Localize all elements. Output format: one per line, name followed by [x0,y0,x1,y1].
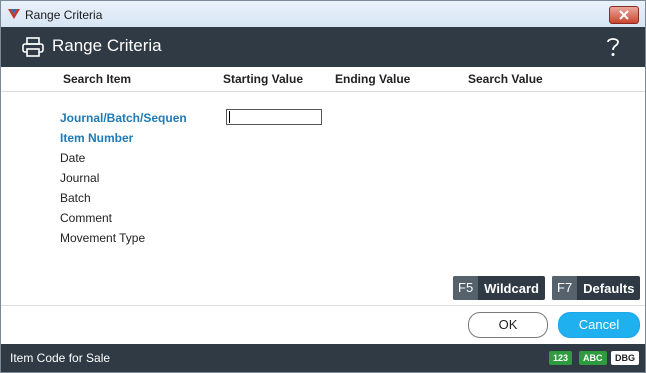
status-text: Item Code for Sale [10,351,111,365]
column-header-ending-value: Ending Value [335,72,411,86]
app-logo-icon [8,9,20,19]
close-button[interactable] [609,6,639,24]
search-item-date[interactable]: Date [60,151,85,165]
debug-badge: DBG [611,351,639,365]
column-headers: Search Item Starting Value Ending Value … [1,67,645,92]
ok-button[interactable]: OK [468,312,548,338]
column-header-search-item: Search Item [63,72,132,86]
divider [1,305,645,306]
search-item-comment[interactable]: Comment [60,211,112,225]
close-icon [619,10,629,20]
wildcard-button[interactable]: F5 Wildcard [453,276,545,300]
dialog-title: Range Criteria [52,36,162,55]
alpha-mode-badge: ABC [579,351,607,365]
search-item-batch[interactable]: Batch [60,191,91,205]
search-item-movement-type[interactable]: Movement Type [60,231,145,245]
column-header-starting-value: Starting Value [223,72,304,86]
defaults-label: Defaults [583,280,635,296]
search-item-journal[interactable]: Journal [60,171,99,185]
range-criteria-window: Range Criteria Range Criteria Search Ite… [0,0,646,373]
cancel-button[interactable]: Cancel [558,312,640,338]
title-bar: Range Criteria [1,1,645,28]
printer-icon [22,37,44,57]
status-bar: Item Code for Sale 123 ABC DBG [1,344,645,372]
defaults-button[interactable]: F7 Defaults [552,276,641,300]
help-icon[interactable] [605,36,621,58]
search-item-item-number[interactable]: Item Number [60,131,133,145]
column-header-search-value: Search Value [468,72,543,86]
starting-value-input[interactable] [226,109,322,125]
defaults-key-label: F7 [552,276,578,300]
wildcard-label: Wildcard [484,280,539,296]
text-caret [229,111,230,123]
search-item-journal-batch-sequence[interactable]: Journal/Batch/Sequen [60,111,187,125]
wildcard-key-label: F5 [453,276,479,300]
dialog-header: Range Criteria [1,27,645,67]
numeric-mode-badge: 123 [549,351,573,365]
window-title: Range Criteria [25,8,103,22]
